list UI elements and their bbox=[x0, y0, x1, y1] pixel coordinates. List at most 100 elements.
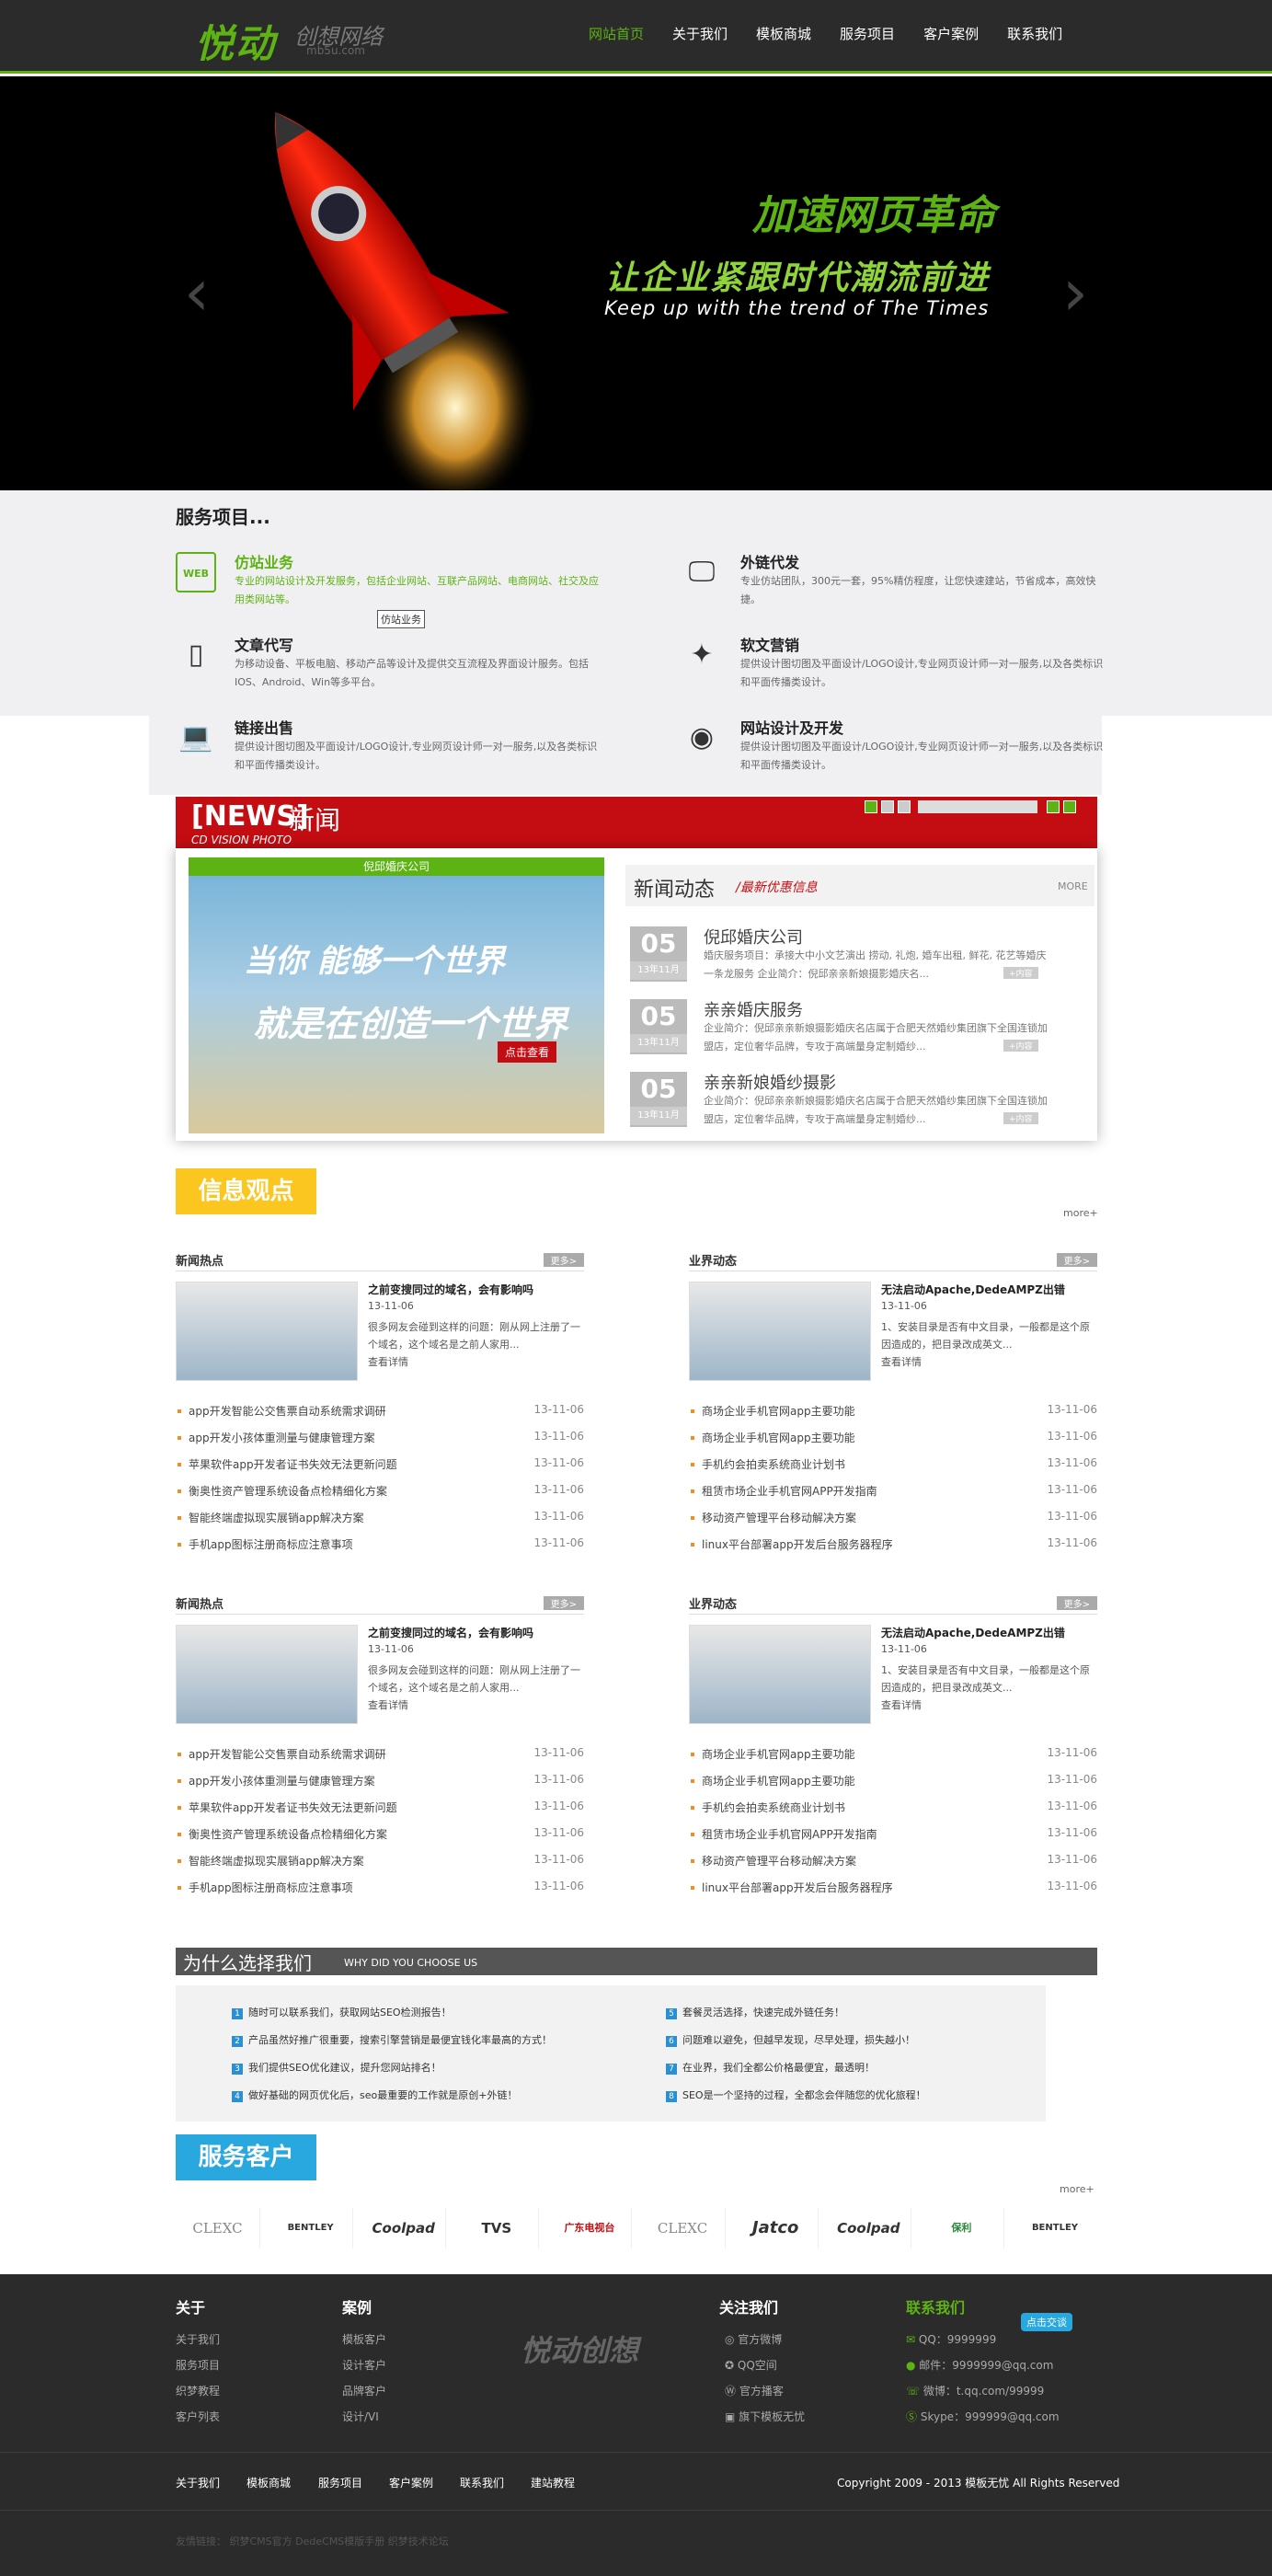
footer-bottom-link[interactable]: 建站教程 bbox=[531, 2475, 575, 2490]
client-logo[interactable]: Coolpad bbox=[361, 2208, 447, 2248]
nav-templates[interactable]: 模板商城 bbox=[756, 24, 811, 43]
footer-link[interactable]: 设计客户 bbox=[342, 2357, 386, 2373]
list-item[interactable]: app开发智能公交售票自动系统需求调研 13-11-06 bbox=[176, 1746, 584, 1773]
footer-social-brand[interactable]: ▣ 旗下模板无忧 bbox=[725, 2409, 805, 2424]
info-box-more-button[interactable]: 更多> bbox=[543, 1253, 584, 1267]
play-button[interactable] bbox=[865, 800, 877, 813]
info-box-more-button[interactable]: 更多> bbox=[1056, 1253, 1097, 1267]
list-item[interactable]: 衡奥性资产管理系统设备点检精细化方案 13-11-06 bbox=[176, 1826, 584, 1853]
friend-links[interactable]: 友情链接： 织梦CMS官方 DedeCMS模版手册 织梦技术论坛 bbox=[176, 2534, 449, 2548]
info-thumbnail[interactable] bbox=[689, 1282, 871, 1381]
clients-more-link[interactable]: more+ bbox=[1060, 2183, 1094, 2195]
info-feature-title[interactable]: 之前变搜同过的域名，会有影响吗 bbox=[368, 1282, 533, 1297]
list-item[interactable]: 商场企业手机官网app主要功能 13-11-06 bbox=[689, 1746, 1097, 1773]
nav-cases[interactable]: 客户案例 bbox=[923, 24, 979, 43]
client-logo[interactable]: 保利 bbox=[920, 2208, 1004, 2248]
list-item[interactable]: 手机app图标注册商标应注意事项 13-11-06 bbox=[176, 1880, 584, 1906]
list-item[interactable]: 商场企业手机官网app主要功能 13-11-06 bbox=[689, 1403, 1097, 1430]
list-item[interactable]: 衡奥性资产管理系统设备点检精细化方案 13-11-06 bbox=[176, 1483, 584, 1510]
progress-track[interactable] bbox=[918, 800, 1037, 813]
news-item[interactable]: 05 13年11月 亲亲新娘婚纱摄影 企业简介：倪邱亲亲新娘摄影婚庆名店属于合肥天… bbox=[628, 1070, 1088, 1131]
news-item[interactable]: 05 13年11月 倪邱婚庆公司 婚庆服务项目：承接大中小文艺演出 捞动, 礼炮,… bbox=[628, 925, 1088, 985]
service-item[interactable]: 💻 链接出售 提供设计图切图及平面设计/LOGO设计,专业网页设计师一对一服务,… bbox=[176, 716, 608, 780]
qq-chat-button[interactable]: 点击交谈 bbox=[1021, 2313, 1072, 2331]
news-item-more-button[interactable]: +内容 bbox=[1003, 967, 1038, 979]
service-item[interactable]: 🖵 外链代发 专业仿站团队，300元一套，95%精仿程度，让您快速建站，节省成本… bbox=[682, 550, 1114, 615]
footer-bottom-link[interactable]: 模板商城 bbox=[246, 2475, 291, 2490]
list-item[interactable]: 智能终端虚拟现实展销app解决方案 13-11-06 bbox=[176, 1853, 584, 1880]
nav-contact[interactable]: 联系我们 bbox=[1007, 24, 1062, 43]
footer-link[interactable]: 设计/VI bbox=[342, 2409, 379, 2424]
footer-link[interactable]: 关于我们 bbox=[176, 2331, 220, 2347]
info-more-link[interactable]: more+ bbox=[1063, 1207, 1098, 1219]
info-feature-title[interactable]: 无法启动Apache,DedeAMPZ出错 bbox=[881, 1625, 1065, 1640]
footer-link[interactable]: 品牌客户 bbox=[342, 2383, 386, 2398]
service-item[interactable]: ◉ 网站设计及开发 提供设计图切图及平面设计/LOGO设计,专业网页设计师一对一… bbox=[682, 716, 1114, 780]
list-item[interactable]: 苹果软件app开发者证书失效无法更新问题 13-11-06 bbox=[176, 1456, 584, 1483]
pause-button[interactable] bbox=[881, 800, 894, 813]
info-feature-title[interactable]: 无法启动Apache,DedeAMPZ出错 bbox=[881, 1282, 1065, 1297]
footer-link[interactable]: 织梦教程 bbox=[176, 2383, 220, 2398]
service-item[interactable]: WEB 仿站业务 专业的网站设计及开发服务，包括企业网站、互联产品网站、电商网站… bbox=[176, 550, 608, 615]
list-item[interactable]: 租赁市场企业手机官网APP开发指南 13-11-06 bbox=[689, 1483, 1097, 1510]
list-item[interactable]: linux平台部署app开发后台服务器程序 13-11-06 bbox=[689, 1536, 1097, 1563]
news-item-more-button[interactable]: +内容 bbox=[1003, 1112, 1038, 1124]
info-feature-more-link[interactable]: 查看详情 bbox=[881, 1354, 922, 1369]
info-feature-more-link[interactable]: 查看详情 bbox=[368, 1697, 408, 1712]
list-item[interactable]: app开发小孩体重测量与健康管理方案 13-11-06 bbox=[176, 1430, 584, 1456]
client-logo[interactable]: Jatco bbox=[734, 2208, 819, 2248]
footer-link[interactable]: 服务项目 bbox=[176, 2357, 220, 2373]
nav-services[interactable]: 服务项目 bbox=[840, 24, 895, 43]
footer-bottom-link[interactable]: 客户案例 bbox=[389, 2475, 433, 2490]
footer-link[interactable]: 客户列表 bbox=[176, 2409, 220, 2424]
list-item[interactable]: 苹果软件app开发者证书失效无法更新问题 13-11-06 bbox=[176, 1800, 584, 1826]
news-more-link[interactable]: MORE bbox=[1058, 880, 1088, 892]
info-box-more-button[interactable]: 更多> bbox=[543, 1596, 584, 1610]
stop-button[interactable] bbox=[898, 800, 911, 813]
info-thumbnail[interactable] bbox=[176, 1282, 358, 1381]
info-thumbnail[interactable] bbox=[176, 1625, 358, 1724]
list-item[interactable]: app开发小孩体重测量与健康管理方案 13-11-06 bbox=[176, 1773, 584, 1800]
news-item-title[interactable]: 倪邱婚庆公司 bbox=[704, 925, 803, 949]
footer-bottom-link[interactable]: 关于我们 bbox=[176, 2475, 220, 2490]
prev-slide-button[interactable] bbox=[1047, 800, 1060, 813]
client-logo[interactable]: TVS bbox=[454, 2208, 540, 2248]
nav-about[interactable]: 关于我们 bbox=[672, 24, 728, 43]
service-item[interactable]: ✦ 软文营销 提供设计图切图及平面设计/LOGO设计,专业网页设计师一对一服务,… bbox=[682, 633, 1114, 697]
client-logo[interactable]: CLEXC bbox=[641, 2208, 726, 2248]
footer-social-weibo[interactable]: ◎ 官方微博 bbox=[725, 2331, 782, 2347]
next-slide-button[interactable] bbox=[1063, 800, 1076, 813]
news-item-more-button[interactable]: +内容 bbox=[1003, 1040, 1038, 1052]
list-item[interactable]: 移动资产管理平台移动解决方案 13-11-06 bbox=[689, 1853, 1097, 1880]
footer-social-qzone[interactable]: ✪ QQ空间 bbox=[725, 2357, 777, 2373]
news-slide-image[interactable]: 当你 能够一个世界 就是在创造一个世界 点击查看 bbox=[189, 876, 604, 1133]
info-feature-more-link[interactable]: 查看详情 bbox=[881, 1697, 922, 1712]
logo[interactable]: 悦动 bbox=[195, 13, 276, 69]
news-item-title[interactable]: 亲亲新娘婚纱摄影 bbox=[704, 1070, 836, 1094]
list-item[interactable]: 租赁市场企业手机官网APP开发指南 13-11-06 bbox=[689, 1826, 1097, 1853]
service-item[interactable]: ▯ 文章代写 为移动设备、平板电脑、移动产品等设计及提供交互流程及界面设计服务。… bbox=[176, 633, 608, 697]
client-logo[interactable]: BENTLEY bbox=[1013, 2208, 1097, 2248]
list-item[interactable]: app开发智能公交售票自动系统需求调研 13-11-06 bbox=[176, 1403, 584, 1430]
list-item[interactable]: 移动资产管理平台移动解决方案 13-11-06 bbox=[689, 1510, 1097, 1536]
list-item[interactable]: linux平台部署app开发后台服务器程序 13-11-06 bbox=[689, 1880, 1097, 1906]
list-item[interactable]: 商场企业手机官网app主要功能 13-11-06 bbox=[689, 1773, 1097, 1800]
list-item[interactable]: 手机app图标注册商标应注意事项 13-11-06 bbox=[176, 1536, 584, 1563]
footer-social-blog[interactable]: Ⓦ 官方播客 bbox=[725, 2383, 784, 2398]
slide-view-button[interactable]: 点击查看 bbox=[498, 1041, 557, 1063]
footer-bottom-link[interactable]: 服务项目 bbox=[318, 2475, 362, 2490]
list-item[interactable]: 商场企业手机官网app主要功能 13-11-06 bbox=[689, 1430, 1097, 1456]
news-item[interactable]: 05 13年11月 亲亲婚庆服务 企业简介：倪邱亲亲新娘摄影婚庆名店属于合肥天然婚… bbox=[628, 997, 1088, 1058]
info-feature-title[interactable]: 之前变搜同过的域名，会有影响吗 bbox=[368, 1625, 533, 1640]
list-item[interactable]: 手机约会拍卖系统商业计划书 13-11-06 bbox=[689, 1800, 1097, 1826]
footer-bottom-link[interactable]: 联系我们 bbox=[460, 2475, 504, 2490]
banner-prev-arrow[interactable]: ‹ bbox=[184, 260, 210, 325]
list-item[interactable]: 手机约会拍卖系统商业计划书 13-11-06 bbox=[689, 1456, 1097, 1483]
info-thumbnail[interactable] bbox=[689, 1625, 871, 1724]
client-logo[interactable]: 广东电视台 bbox=[547, 2208, 633, 2248]
footer-link[interactable]: 模板客户 bbox=[342, 2331, 386, 2347]
banner-next-arrow[interactable]: › bbox=[1062, 260, 1088, 325]
news-item-title[interactable]: 亲亲婚庆服务 bbox=[704, 997, 803, 1021]
info-box-more-button[interactable]: 更多> bbox=[1056, 1596, 1097, 1610]
client-logo[interactable]: Coolpad bbox=[827, 2208, 911, 2248]
